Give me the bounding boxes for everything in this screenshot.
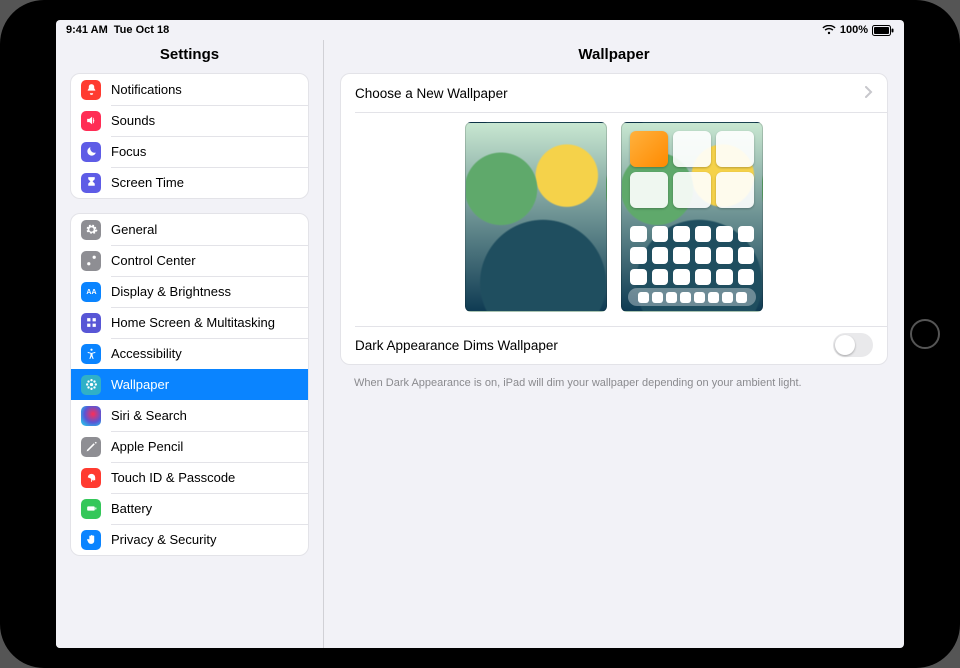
home-screen-preview[interactable] [621,122,763,312]
battery-percent: 100% [840,24,868,36]
sidebar-item-label: Home Screen & Multitasking [111,315,275,330]
sidebar-group-notifications: Notifications Sounds Focus Screen Time [70,73,309,199]
wallpaper-previews [341,112,887,326]
battery-icon [81,499,101,519]
svg-text:AA: AA [86,289,96,296]
bell-icon [81,80,101,100]
pencil-icon [81,437,101,457]
gear-icon [81,220,101,240]
sidebar-item-label: Control Center [111,253,196,268]
sidebar-item-notifications[interactable]: Notifications [71,74,308,105]
sidebar-item-label: Screen Time [111,175,184,190]
page-title: Wallpaper [324,40,904,73]
sidebar-item-label: Wallpaper [111,377,169,392]
status-bar: 9:41 AM Tue Oct 18 100% [56,20,904,40]
dark-dims-row: Dark Appearance Dims Wallpaper [341,326,887,364]
moon-icon [81,142,101,162]
status-time: 9:41 AM [66,24,108,36]
sidebar-item-home-screen[interactable]: Home Screen & Multitasking [71,307,308,338]
sidebar-item-sounds[interactable]: Sounds [71,105,308,136]
ipad-device-frame: 9:41 AM Tue Oct 18 100% Settings [0,0,960,668]
sidebar-item-label: Siri & Search [111,408,187,423]
hourglass-icon [81,173,101,193]
sidebar-item-screen-time[interactable]: Screen Time [71,167,308,198]
sidebar-title: Settings [56,40,323,73]
sidebar-item-label: Focus [111,144,146,159]
hand-icon [81,530,101,550]
screen: 9:41 AM Tue Oct 18 100% Settings [56,20,904,648]
sidebar-item-display-brightness[interactable]: AA Display & Brightness [71,276,308,307]
sidebar-item-touch-id[interactable]: Touch ID & Passcode [71,462,308,493]
lock-screen-preview[interactable] [465,122,607,312]
wifi-icon [822,25,836,35]
dark-dims-label: Dark Appearance Dims Wallpaper [355,338,558,353]
sidebar-item-label: Apple Pencil [111,439,183,454]
siri-icon [81,406,101,426]
sidebar-item-accessibility[interactable]: Accessibility [71,338,308,369]
sidebar-item-control-center[interactable]: Control Center [71,245,308,276]
sidebar-item-label: Notifications [111,82,182,97]
sidebar-item-privacy[interactable]: Privacy & Security [71,524,308,555]
settings-sidebar: Settings Notifications Sounds Focus [56,40,324,648]
sidebar-item-label: Privacy & Security [111,532,216,547]
person-icon [81,344,101,364]
sidebar-item-label: General [111,222,157,237]
battery-icon [872,25,894,36]
fingerprint-icon [81,468,101,488]
sidebar-item-label: Accessibility [111,346,182,361]
sidebar-item-apple-pencil[interactable]: Apple Pencil [71,431,308,462]
choose-wallpaper-label: Choose a New Wallpaper [355,86,508,101]
sidebar-item-wallpaper[interactable]: Wallpaper [71,369,308,400]
speaker-icon [81,111,101,131]
dark-dims-footer: When Dark Appearance is on, iPad will di… [324,373,904,393]
sidebar-item-label: Display & Brightness [111,284,231,299]
flower-icon [81,375,101,395]
aa-icon: AA [81,282,101,302]
status-date: Tue Oct 18 [114,24,169,36]
sidebar-item-label: Sounds [111,113,155,128]
dark-dims-toggle[interactable] [833,333,873,357]
sidebar-item-focus[interactable]: Focus [71,136,308,167]
sidebar-item-general[interactable]: General [71,214,308,245]
sidebar-item-battery[interactable]: Battery [71,493,308,524]
switches-icon [81,251,101,271]
chevron-right-icon [865,86,873,101]
wallpaper-panel: Wallpaper Choose a New Wallpaper [324,40,904,648]
sidebar-item-label: Touch ID & Passcode [111,470,235,485]
wallpaper-section: Choose a New Wallpaper [340,73,888,365]
grid-icon [81,313,101,333]
sidebar-item-label: Battery [111,501,152,516]
choose-wallpaper-row[interactable]: Choose a New Wallpaper [341,74,887,112]
home-button[interactable] [910,319,940,349]
sidebar-group-general: General Control Center AA Display & Brig… [70,213,309,556]
sidebar-item-siri-search[interactable]: Siri & Search [71,400,308,431]
